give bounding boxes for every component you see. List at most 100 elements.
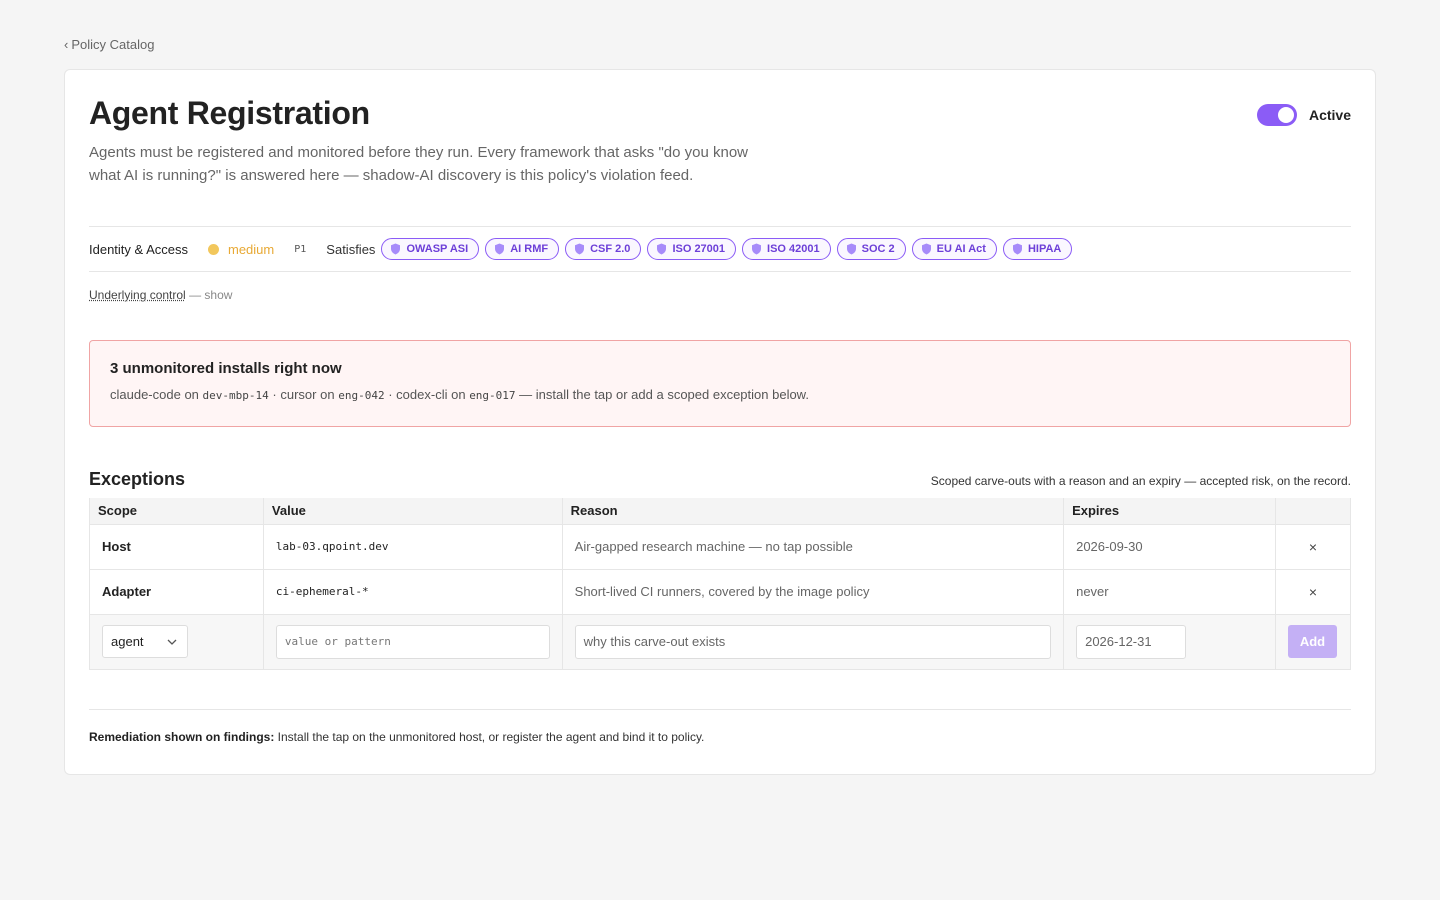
remediation-label: Remediation shown on findings: [89, 730, 275, 744]
policy-description: Agents must be registered and monitored … [89, 144, 748, 184]
cell-reason: Air-gapped research machine — no tap pos… [561, 523, 1065, 570]
priority-badge: P1 [294, 243, 307, 255]
separator: · [388, 387, 393, 402]
install-host: eng-017 [469, 389, 516, 402]
cell-scope: Host [89, 523, 264, 570]
scope-select-value: agent [111, 634, 144, 649]
scope-select[interactable]: agent [102, 625, 188, 658]
reason-input[interactable]: why this carve-out exists [574, 624, 1052, 659]
divider [89, 709, 1351, 710]
remove-exception-button[interactable]: × [1274, 523, 1352, 570]
column-header-actions [1274, 498, 1352, 525]
exceptions-subtitle: Scoped carve-outs with a reason and an e… [930, 474, 1351, 488]
framework-chip[interactable]: HIPAA [1002, 238, 1073, 260]
cell-add-button: Add [1274, 613, 1352, 670]
alert-title: 3 unmonitored installs right now [110, 360, 342, 377]
new-exception-row: agent value or pattern why this carve-ou… [89, 613, 1352, 670]
shield-icon [575, 243, 585, 255]
column-header-scope: Scope [89, 498, 264, 525]
shield-icon [657, 243, 667, 255]
install-on-word: on [184, 387, 199, 402]
framework-chip-label: ISO 42001 [767, 243, 820, 255]
underlying-control-link[interactable]: Underlying control [89, 288, 186, 302]
shield-icon [752, 243, 762, 255]
underlying-control-show-toggle[interactable]: — show [189, 288, 232, 302]
divider [89, 226, 1351, 227]
expires-date-input[interactable]: 2026-12-31 [1076, 624, 1187, 659]
cell-reason: Short-lived CI runners, covered by the i… [561, 568, 1065, 615]
back-to-policy-catalog-link[interactable]: ‹ Policy Catalog [64, 37, 154, 52]
framework-chip-label: OWASP ASI [406, 243, 469, 255]
cell-expires: 2026-09-30 [1063, 523, 1276, 570]
shield-icon [846, 243, 856, 255]
shield-icon [391, 243, 401, 255]
underlying-control-row: Underlying control — show [89, 288, 232, 302]
unmonitored-installs-alert: 3 unmonitored installs right now claude-… [89, 340, 1351, 427]
toggle-knob [1277, 107, 1294, 123]
column-header-reason: Reason [561, 498, 1065, 525]
active-toggle-group: Active [1256, 104, 1351, 126]
column-header-expires: Expires [1063, 498, 1276, 525]
add-exception-button[interactable]: Add [1287, 625, 1337, 658]
chevron-left-icon: ‹ [64, 37, 69, 52]
install-on-word: on [451, 387, 466, 402]
close-icon: × [1308, 583, 1318, 600]
table-row: Host lab-03.qpoint.dev Air-gapped resear… [89, 523, 1352, 570]
install-on-word: on [320, 387, 335, 402]
exceptions-heading: Exceptions [89, 469, 186, 489]
framework-chip-label: CSF 2.0 [590, 243, 631, 255]
close-icon: × [1308, 538, 1318, 555]
install-host: eng-042 [338, 389, 385, 402]
separator: · [272, 387, 277, 402]
install-agent-name: codex-cli [396, 387, 448, 402]
install-agent-name: claude-code [110, 387, 181, 402]
alert-suffix: — install the tap or add a scoped except… [519, 387, 809, 402]
severity-label: medium [228, 241, 275, 257]
framework-chip-label: ISO 27001 [672, 243, 726, 255]
severity-dot-icon [208, 243, 219, 255]
table-row: Adapter ci-ephemeral-* Short-lived CI ru… [89, 568, 1352, 615]
framework-chip-list: OWASP ASI AI RMF CSF 2.0 ISO 27001 ISO 42001… [381, 238, 1078, 260]
remediation-text: Install the tap on the unmonitored host,… [277, 730, 705, 744]
framework-chip[interactable]: ISO 42001 [742, 238, 831, 260]
install-host: dev-mbp-14 [202, 389, 269, 402]
active-toggle[interactable] [1256, 104, 1297, 126]
page-title: Agent Registration [89, 95, 370, 131]
column-header-value: Value [262, 498, 563, 525]
framework-chip[interactable]: ISO 27001 [647, 238, 737, 260]
framework-chip[interactable]: CSF 2.0 [565, 238, 642, 260]
install-agent-name: cursor [280, 387, 317, 402]
policy-meta-row: Identity & Access medium P1 Satisfies OW… [89, 237, 1078, 261]
divider [89, 271, 1351, 272]
back-link-label: Policy Catalog [71, 37, 155, 52]
framework-chip[interactable]: EU AI Act [911, 238, 997, 260]
framework-chip-label: HIPAA [1027, 243, 1062, 255]
exceptions-table: Scope Value Reason Expires Host lab-03.q… [89, 498, 1352, 670]
remove-exception-button[interactable]: × [1274, 568, 1352, 615]
exceptions-header-row: Scope Value Reason Expires [89, 498, 1352, 525]
active-status-label: Active [1308, 107, 1351, 123]
value-input[interactable]: value or pattern [275, 624, 550, 659]
cell-scope: Adapter [89, 568, 264, 615]
policy-category: Identity & Access [89, 241, 188, 257]
framework-chip[interactable]: SOC 2 [836, 238, 906, 260]
cell-scope-select: agent [89, 613, 264, 670]
framework-chip-label: EU AI Act [936, 243, 986, 255]
cell-expires: never [1063, 568, 1276, 615]
shield-icon [495, 243, 505, 255]
shield-icon [1012, 243, 1022, 255]
cell-expires-input: 2026-12-31 [1063, 613, 1276, 670]
shield-icon [921, 243, 931, 255]
framework-chip-label: AI RMF [510, 243, 549, 255]
cell-value-input: value or pattern [262, 613, 563, 670]
chevron-down-icon [167, 639, 177, 645]
framework-chip[interactable]: AI RMF [485, 238, 560, 260]
cell-value: ci-ephemeral-* [262, 568, 563, 615]
framework-chip[interactable]: OWASP ASI [381, 238, 480, 260]
framework-chip-label: SOC 2 [861, 243, 895, 255]
alert-body: claude-code on dev-mbp-14 · cursor on en… [110, 387, 1330, 402]
satisfies-label: Satisfies [326, 241, 376, 257]
cell-reason-input: why this carve-out exists [561, 613, 1065, 670]
cell-value: lab-03.qpoint.dev [262, 523, 563, 570]
policy-card: Agent Registration Active Agents must be… [64, 69, 1376, 775]
